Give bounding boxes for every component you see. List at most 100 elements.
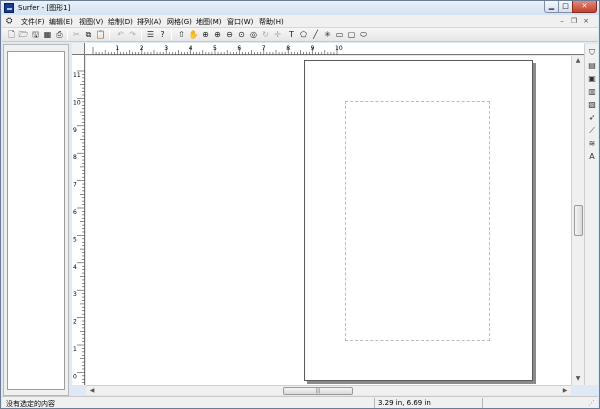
toolbar-separator <box>67 30 68 40</box>
menu-map[interactable]: 地图(M) <box>196 17 222 27</box>
close-button[interactable]: ✕ <box>572 1 597 13</box>
horizontal-scrollbar[interactable]: ◀ ||| ▶ <box>86 385 571 395</box>
mdi-restore-button[interactable]: ❐ <box>569 16 579 26</box>
scroll-left-arrow-icon[interactable]: ◀ <box>86 386 98 396</box>
zoom-out-icon[interactable]: ⊖ <box>224 29 235 40</box>
menu-grid[interactable]: 网格(G) <box>167 17 192 27</box>
ruler-label: 5 <box>213 45 217 52</box>
ruler-label: 7 <box>262 45 266 52</box>
text-icon[interactable]: T <box>286 29 297 40</box>
ruler-label: 7 <box>73 182 77 189</box>
post-map-icon[interactable]: ▣ <box>586 73 598 84</box>
copy-icon[interactable]: ⧉ <box>83 29 94 40</box>
axis-icon[interactable]: A <box>586 151 598 162</box>
ruler-label: 6 <box>73 209 77 216</box>
ruler-label: 2 <box>140 45 144 52</box>
open-folder-icon[interactable]: 🗁 <box>18 29 29 40</box>
polyline-icon[interactable]: ╱ <box>310 29 321 40</box>
vertical-ruler: 11 10 9 8 7 6 5 4 3 2 1 0 <box>72 55 85 385</box>
ruler-label: 1 <box>115 45 119 52</box>
scroll-right-arrow-icon[interactable]: ▶ <box>559 386 571 396</box>
undo-icon[interactable]: ↶ <box>115 29 126 40</box>
toolbar-separator <box>109 30 110 40</box>
vertical-ruler-ticks: 11109876543210 <box>73 70 85 383</box>
horizontal-ruler-ticks: 1 2 3 4 5 6 7 8 9 10 <box>92 45 343 55</box>
object-manager-icon[interactable]: ☰ <box>145 29 156 40</box>
symbol-icon[interactable]: ✳ <box>322 29 333 40</box>
menu-file[interactable]: 文件(F) <box>21 17 45 27</box>
mdi-minimize-button[interactable]: – <box>557 16 567 26</box>
redraw-icon[interactable]: ↻ <box>260 29 271 40</box>
maximize-button[interactable]: □ <box>558 1 573 13</box>
paste-icon[interactable]: 📋 <box>95 29 106 40</box>
status-separator <box>374 398 375 408</box>
zoom-fit-icon[interactable]: ◎ <box>248 29 259 40</box>
3d-surface-icon[interactable]: ≋ <box>586 138 598 149</box>
menu-window[interactable]: 窗口(W) <box>227 17 253 27</box>
pan-hand-icon[interactable]: ✋ <box>188 29 199 40</box>
menu-edit[interactable]: 编辑(E) <box>49 17 73 27</box>
ruler-label: 1 <box>73 346 77 353</box>
context-help-icon[interactable]: ? <box>157 29 168 40</box>
cursor-coordinates: 3.29 in, 6.69 in <box>378 399 431 407</box>
reshape-icon[interactable]: ✛ <box>272 29 283 40</box>
zoom-page-icon[interactable]: ⊙ <box>236 29 247 40</box>
ruler-label: 3 <box>73 291 77 298</box>
menu-view[interactable]: 视图(V) <box>79 17 103 27</box>
horizontal-ruler: 1 2 3 4 5 6 7 8 9 10 <box>85 43 584 55</box>
ruler-label: 4 <box>73 264 77 271</box>
vertical-scroll-thumb[interactable] <box>574 205 583 236</box>
toolbar-separator <box>141 30 142 40</box>
select-arrow-icon[interactable]: ⇧ <box>176 29 187 40</box>
printable-area-outline <box>345 101 490 341</box>
ruler-label: 11 <box>73 72 81 79</box>
vector-map-icon[interactable]: ➶ <box>586 112 598 123</box>
mdi-close-button[interactable]: × <box>581 16 591 26</box>
base-map-icon[interactable]: ▤ <box>586 60 598 71</box>
ellipse-icon[interactable]: ⬭ <box>358 29 369 40</box>
ruler-label: 8 <box>286 45 290 52</box>
zoom-in-icon[interactable]: ⊕ <box>212 29 223 40</box>
worksheet-icon[interactable]: ▦ <box>42 29 53 40</box>
menu-help[interactable]: 帮助(H) <box>259 17 284 27</box>
image-map-icon[interactable]: ▥ <box>586 86 598 97</box>
ruler-label: 3 <box>164 45 168 52</box>
ruler-label: 9 <box>73 127 77 134</box>
redo-icon[interactable]: ↷ <box>127 29 138 40</box>
vertical-scrollbar[interactable]: ▲ ▼ <box>571 56 584 385</box>
print-icon[interactable]: ⎙ <box>54 29 65 40</box>
ruler-label: 9 <box>311 45 315 52</box>
shaded-relief-map-icon[interactable]: ▧ <box>586 99 598 110</box>
menu-draw[interactable]: 绘制(D) <box>108 17 133 27</box>
3d-wireframe-icon[interactable]: ⟋ <box>586 125 598 136</box>
resize-grip-icon[interactable]: ⋰ <box>588 399 595 407</box>
contour-map-icon[interactable]: ⛉ <box>586 47 598 58</box>
scroll-down-arrow-icon[interactable]: ▼ <box>572 374 584 384</box>
status-message: 没有选定的内容 <box>6 400 55 408</box>
title-bar: Surfer - [图形1] ▁ □ ✕ <box>1 1 599 15</box>
plot-window-canvas[interactable] <box>86 56 571 385</box>
window-title: Surfer - [图形1] <box>18 4 71 12</box>
ruler-label: 10 <box>73 99 81 106</box>
cut-icon[interactable]: ✂ <box>71 29 82 40</box>
ruler-label: 5 <box>73 236 77 243</box>
object-tree-view[interactable] <box>7 51 65 390</box>
rounded-rectangle-icon[interactable]: ▢ <box>346 29 357 40</box>
ruler-label: 8 <box>73 154 77 161</box>
rectangle-icon[interactable]: ▭ <box>334 29 345 40</box>
new-file-icon[interactable]: 🗋 <box>6 29 17 40</box>
horizontal-scroll-thumb[interactable]: ||| <box>283 387 353 395</box>
ruler-corner <box>72 43 85 55</box>
scroll-up-arrow-icon[interactable]: ▲ <box>572 56 584 66</box>
save-icon[interactable]: 🖫 <box>30 29 41 40</box>
surfer-app-icon <box>4 3 14 13</box>
page-outline <box>304 60 533 381</box>
minimize-button[interactable]: ▁ <box>544 1 559 13</box>
status-bar: 没有选定的内容 3.29 in, 6.69 in ⋰ <box>2 396 598 408</box>
ruler-label: 6 <box>237 45 241 52</box>
document-system-menu-icon[interactable]: ⛭ <box>6 17 12 25</box>
polygon-icon[interactable]: ⬠ <box>298 29 309 40</box>
zoom-rectangle-icon[interactable]: ⊕ <box>200 29 211 40</box>
menu-arrange[interactable]: 排列(A) <box>137 17 161 27</box>
ruler-label: 2 <box>73 319 77 326</box>
